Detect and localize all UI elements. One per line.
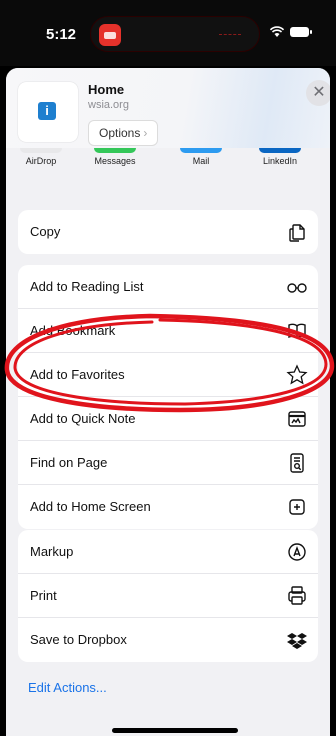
app-label-messages[interactable]: Messages <box>80 156 150 166</box>
close-icon: ✕ <box>312 84 326 101</box>
messages-icon[interactable] <box>94 148 136 153</box>
glasses-icon <box>287 283 307 293</box>
dynamic-island[interactable] <box>90 16 260 52</box>
printer-icon <box>288 586 306 605</box>
site-title: Home <box>88 82 125 97</box>
dropbox-icon <box>287 633 307 649</box>
action-copy[interactable]: Copy <box>18 210 318 254</box>
battery-icon <box>290 27 312 37</box>
extras-group: Markup Print Save to Dropbox <box>18 530 318 662</box>
action-markup[interactable]: Markup <box>18 530 318 574</box>
site-icon: i <box>18 82 78 142</box>
app-label-airdrop[interactable]: AirDrop <box>6 156 76 166</box>
chevron-right-icon: › <box>143 126 148 140</box>
actions-group: Add to Reading List Add Bookmark Add to … <box>18 265 318 529</box>
linkedin-icon[interactable] <box>259 148 301 153</box>
action-add-to-favorites[interactable]: Add to Favorites <box>18 353 318 397</box>
add-square-icon <box>289 499 305 515</box>
app-label-mail[interactable]: Mail <box>166 156 236 166</box>
find-document-icon <box>290 453 304 473</box>
action-add-to-reading-list[interactable]: Add to Reading List <box>18 265 318 309</box>
star-icon <box>286 364 308 385</box>
action-find-on-page[interactable]: Find on Page <box>18 441 318 485</box>
site-url: wsia.org <box>88 99 129 111</box>
action-label: Add to Reading List <box>30 279 144 294</box>
edit-actions-link[interactable]: Edit Actions... <box>28 680 107 695</box>
action-label: Add to Home Screen <box>30 499 151 514</box>
action-add-bookmark[interactable]: Add Bookmark <box>18 309 318 353</box>
share-apps-row: AirDrop Messages Mail LinkedIn <box>6 148 330 174</box>
app-label-linkedin[interactable]: LinkedIn <box>245 156 315 166</box>
action-label: Add to Favorites <box>30 367 125 382</box>
copy-icon <box>289 224 305 242</box>
action-label: Print <box>30 588 57 603</box>
action-add-to-quick-note[interactable]: Add to Quick Note <box>18 397 318 441</box>
home-indicator[interactable] <box>112 728 238 733</box>
action-label: Add to Quick Note <box>30 411 136 426</box>
action-print[interactable]: Print <box>18 574 318 618</box>
island-activity-indicator <box>219 34 241 35</box>
close-button[interactable]: ✕ <box>306 80 330 106</box>
quick-note-icon <box>288 411 306 427</box>
action-label: Find on Page <box>30 455 108 470</box>
options-button[interactable]: Options › <box>88 120 159 146</box>
action-add-to-home-screen[interactable]: Add to Home Screen <box>18 485 318 529</box>
wifi-icon <box>270 26 284 37</box>
recording-app-icon <box>99 24 121 46</box>
action-save-to-dropbox[interactable]: Save to Dropbox <box>18 618 318 662</box>
share-sheet: i Home wsia.org Options › ✕ AirDrop Messa… <box>6 68 330 736</box>
options-label: Options <box>99 126 141 140</box>
action-label: Add Bookmark <box>30 323 116 338</box>
share-sheet-header: i Home wsia.org Options › ✕ <box>6 68 330 148</box>
action-label: Markup <box>30 544 74 559</box>
copy-group: Copy <box>18 210 318 254</box>
status-bar: 5:12 <box>0 0 336 66</box>
airdrop-icon[interactable] <box>20 148 62 153</box>
book-icon <box>288 323 306 339</box>
markup-icon <box>288 543 306 561</box>
status-time: 5:12 <box>46 26 77 43</box>
action-label: Copy <box>30 224 61 239</box>
info-icon: i <box>38 102 56 120</box>
mail-icon[interactable] <box>180 148 222 153</box>
action-label: Save to Dropbox <box>30 632 127 647</box>
